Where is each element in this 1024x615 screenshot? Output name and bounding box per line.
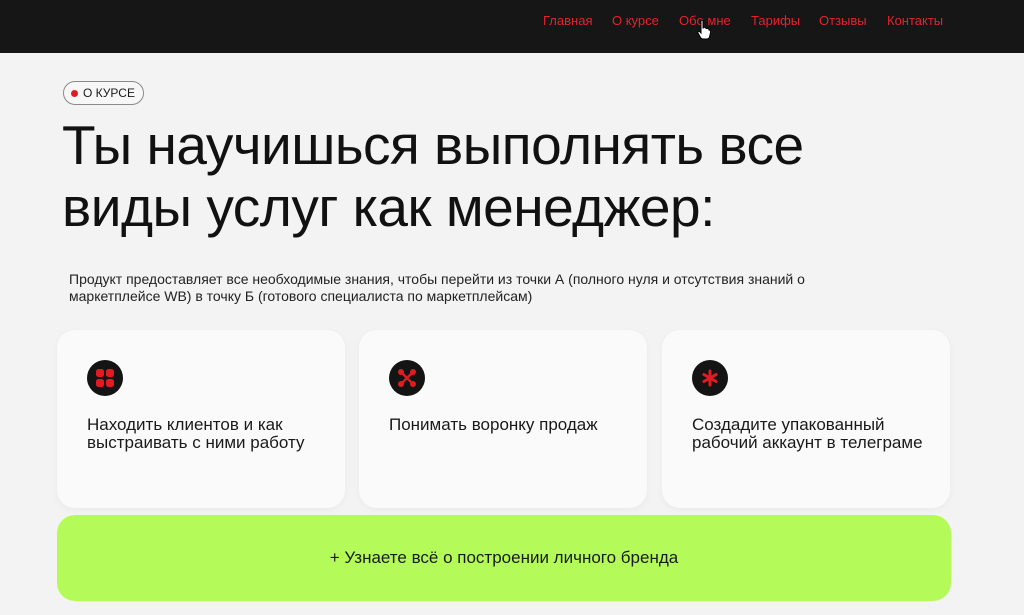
badge-label: О КУРСЕ [83,86,135,100]
red-dot-icon [71,89,78,97]
feature-card-text: Понимать воронку продаж [389,415,598,434]
nav-link-reviews[interactable]: Отзывы [819,13,867,28]
section-headline: Ты научишься выполнять все виды услуг ка… [62,114,804,238]
feature-card-text: Создадите упакованный рабочий аккаунт в … [692,415,923,452]
main-nav: Главная О курсе Обо мне Тарифы Отзывы Ко… [0,13,1024,33]
nav-link-contacts[interactable]: Контакты [887,13,943,28]
feature-card-text: Находить клиентов и как выстраивать с ни… [87,415,305,452]
nav-link-about-course[interactable]: О курсе [612,13,659,28]
section-badge: О КУРСЕ [63,81,144,105]
feature-card-funnel: Понимать воронку продаж [359,330,647,508]
grid-icon [87,360,123,396]
funnel-nodes-icon [389,360,425,396]
personal-brand-banner-label: + Узнаете всё о построении личного бренд… [329,548,679,567]
nav-link-home[interactable]: Главная [543,13,592,28]
section-description: Продукт предоставляет все необходимые зн… [69,271,805,304]
hand-cursor-icon [697,20,711,40]
feature-card-telegram: Создадите упакованный рабочий аккаунт в … [662,330,950,508]
personal-brand-banner[interactable]: + Узнаете всё о построении личного бренд… [57,515,951,601]
nav-link-pricing[interactable]: Тарифы [751,13,800,28]
feature-card-clients: Находить клиентов и как выстраивать с ни… [57,330,345,508]
top-navigation-bar: Главная О курсе Обо мне Тарифы Отзывы Ко… [0,0,1024,53]
asterisk-icon [692,360,728,396]
